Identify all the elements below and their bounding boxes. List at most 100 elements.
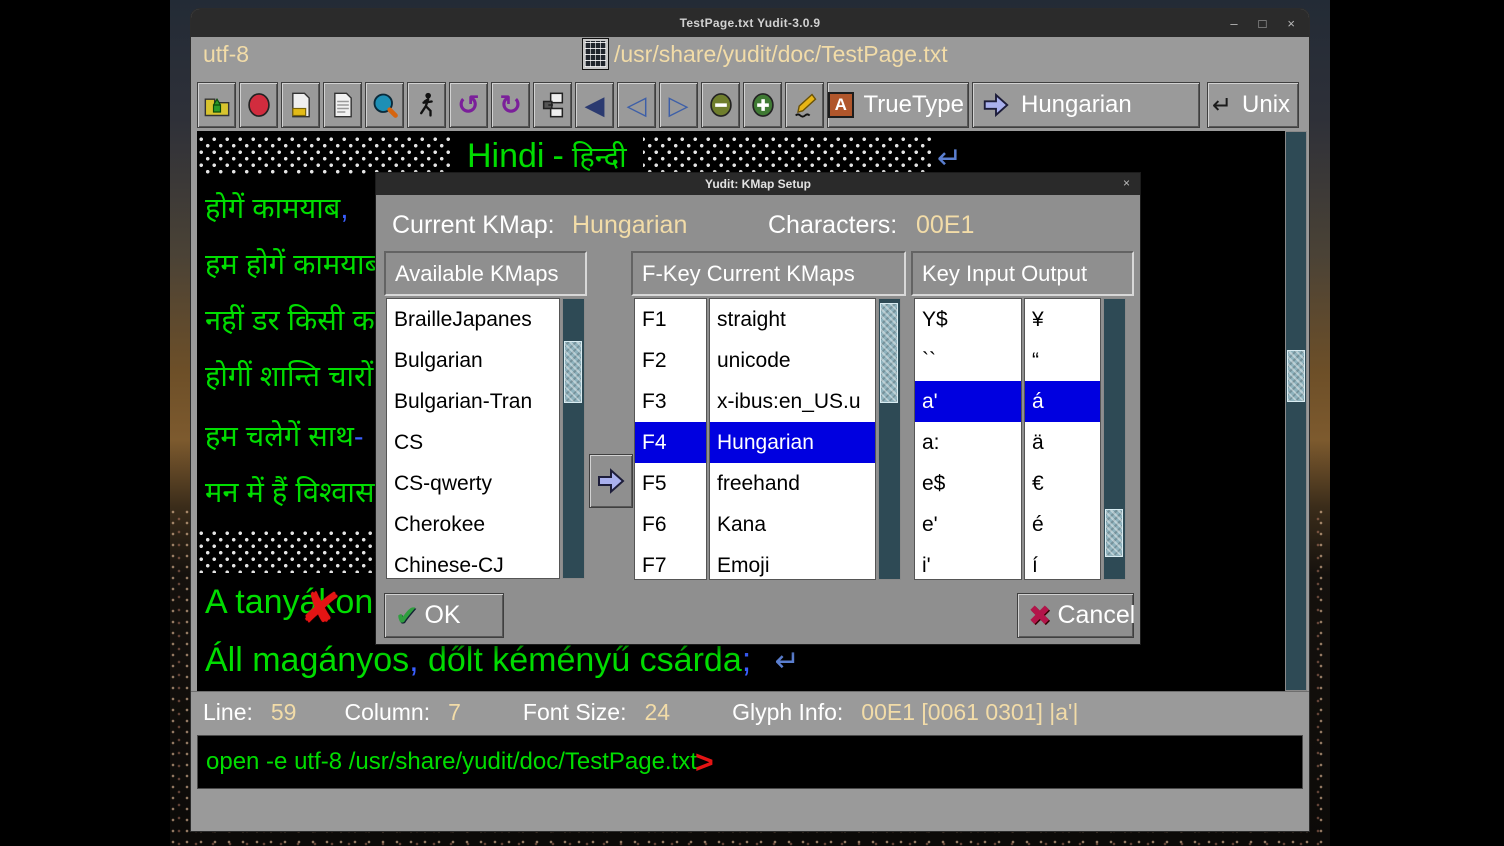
fkey-kmap-column[interactable]: straightunicodex-ibus:en_US.uHungarianfr… [709,298,876,580]
editor-scrollbar[interactable] [1285,131,1307,691]
assign-kmap-button[interactable] [589,454,633,508]
next-button[interactable]: ▷ [659,82,698,128]
fkey-kmap-cell[interactable]: Kana [710,504,875,545]
key-input-cell[interactable]: Y$ [915,299,1021,340]
minimize-button[interactable]: – [1230,17,1237,30]
dialog-titlebar[interactable]: Yudit: KMap Setup × [376,173,1140,195]
kmap-option[interactable]: Bulgarian [387,340,559,381]
kmap-option[interactable]: CS-qwerty [387,463,559,504]
status-bar: Line: 59 Column: 7 Font Size: 24 Glyph I… [191,691,1309,733]
fkey-kmaps-header: F-Key Current KMaps [631,251,906,296]
window-titlebar[interactable]: TestPage.txt Yudit-3.0.9 – □ × [191,9,1309,37]
file-path: /usr/share/yudit/doc/TestPage.txt [614,41,948,68]
fkey-key-column[interactable]: F1F2F3F4F5F6F7 [634,298,707,580]
available-kmaps-panel: Available KMaps BrailleJapanesBulgarianB… [384,251,587,581]
zoom-out-button[interactable] [701,82,740,128]
close-button[interactable]: × [1287,17,1295,30]
available-kmaps-scrollbar-thumb[interactable] [564,341,582,403]
key-input-cell[interactable]: i' [915,545,1021,580]
kmap-button-label: Hungarian [1017,91,1136,119]
key-output-cell[interactable]: € [1025,463,1100,504]
key-output-cell[interactable]: á [1025,381,1100,422]
key-input-cell[interactable]: a' [915,381,1021,422]
key-io-scrollbar[interactable] [1103,298,1126,580]
file-icon [583,39,608,69]
fkey-kmap-cell[interactable]: unicode [710,340,875,381]
key-output-cell[interactable]: ä [1025,422,1100,463]
zoom-in-button[interactable] [743,82,782,128]
key-output-cell[interactable]: í [1025,545,1100,580]
key-input-cell[interactable]: e' [915,504,1021,545]
fkey-cell[interactable]: F4 [635,422,706,463]
redo-button[interactable]: ↻ [491,82,530,128]
prev-button[interactable]: ◁ [617,82,656,128]
key-input-cell[interactable]: `` [915,340,1021,381]
document-icon [329,91,357,119]
text-line: नहीं डर किसी का [205,303,382,341]
maximize-button[interactable]: □ [1259,17,1267,30]
fkey-kmap-cell[interactable]: Hungarian [710,422,875,463]
characters-value: 00E1 [916,211,974,240]
fkey-scrollbar[interactable] [878,298,901,580]
line-value: 59 [271,699,297,726]
go-start-button[interactable]: ◀ [575,82,614,128]
kmap-option[interactable]: Cherokee [387,504,559,545]
command-line[interactable]: open -e utf-8 /usr/share/yudit/doc/TestP… [197,735,1303,789]
key-output-column[interactable]: ¥“áä€éí [1024,298,1101,580]
command-cursor: > [695,744,714,781]
fkey-cell[interactable]: F3 [635,381,706,422]
freehand-button[interactable] [785,82,824,128]
current-kmap-value: Hungarian [572,211,687,240]
available-kmaps-list[interactable]: BrailleJapanesBulgarianBulgarian-TranCSC… [386,298,560,579]
available-kmaps-scrollbar[interactable] [562,298,585,579]
editor-scrollbar-thumb[interactable] [1287,350,1305,402]
key-output-cell[interactable]: ¥ [1025,299,1100,340]
section-title-devanagari: हिन्दी [572,137,627,176]
fontsize-label: Font Size: [523,699,627,726]
dialog-info-row: Current KMap: Hungarian Characters: 00E1 [376,195,1140,251]
minus-oval-icon [707,91,735,119]
cancel-button[interactable]: ✖ Cancel [1017,593,1134,638]
fkey-cell[interactable]: F6 [635,504,706,545]
save-button[interactable] [281,82,320,128]
kmap-toggle-button[interactable] [239,82,278,128]
kmap-option[interactable]: CS [387,422,559,463]
layout-button[interactable] [533,82,572,128]
text-line: Áll magányos, dőlt kéményű csárda; ↵ [205,641,800,680]
fkey-kmap-cell[interactable]: straight [710,299,875,340]
fkey-cell[interactable]: F5 [635,463,706,504]
lineend-button[interactable]: ↵ Unix [1207,82,1299,128]
key-io-scrollbar-thumb[interactable] [1105,509,1123,557]
key-output-cell[interactable]: “ [1025,340,1100,381]
fkey-kmap-cell[interactable]: freehand [710,463,875,504]
available-kmaps-header: Available KMaps [384,251,587,296]
pencil-icon [791,91,819,119]
key-output-cell[interactable]: é [1025,504,1100,545]
kmap-button[interactable]: Hungarian [972,82,1200,128]
dialog-close-button[interactable]: × [1123,176,1130,190]
text-line: होगीं शान्ति चारों [205,359,373,397]
undo-button[interactable]: ↺ [449,82,488,128]
key-input-column[interactable]: Y$``a'a:e$e'i' [914,298,1022,580]
encoding-label: utf-8 [203,41,249,68]
search-button[interactable] [365,82,404,128]
line-label: Line: [203,699,253,726]
fkey-kmap-cell[interactable]: x-ibus:en_US.u [710,381,875,422]
fkey-cell[interactable]: F1 [635,299,706,340]
fkey-scrollbar-thumb[interactable] [880,303,898,403]
fkey-kmap-cell[interactable]: Emoji [710,545,875,580]
kmap-option[interactable]: Chinese-CJ [387,545,559,579]
key-input-cell[interactable]: a: [915,422,1021,463]
run-button[interactable] [407,82,446,128]
kmap-option[interactable]: BrailleJapanes [387,299,559,340]
font-button[interactable]: A TrueType [827,82,969,128]
fkey-cell[interactable]: F7 [635,545,706,580]
document-button[interactable] [323,82,362,128]
key-input-cell[interactable]: e$ [915,463,1021,504]
check-icon: ✔ [395,599,418,632]
kmap-option[interactable]: Bulgarian-Tran [387,381,559,422]
ok-button[interactable]: ✔ OK [384,593,504,638]
key-io-header: Key Input Output [911,251,1134,296]
open-button[interactable] [197,82,236,128]
fkey-cell[interactable]: F2 [635,340,706,381]
